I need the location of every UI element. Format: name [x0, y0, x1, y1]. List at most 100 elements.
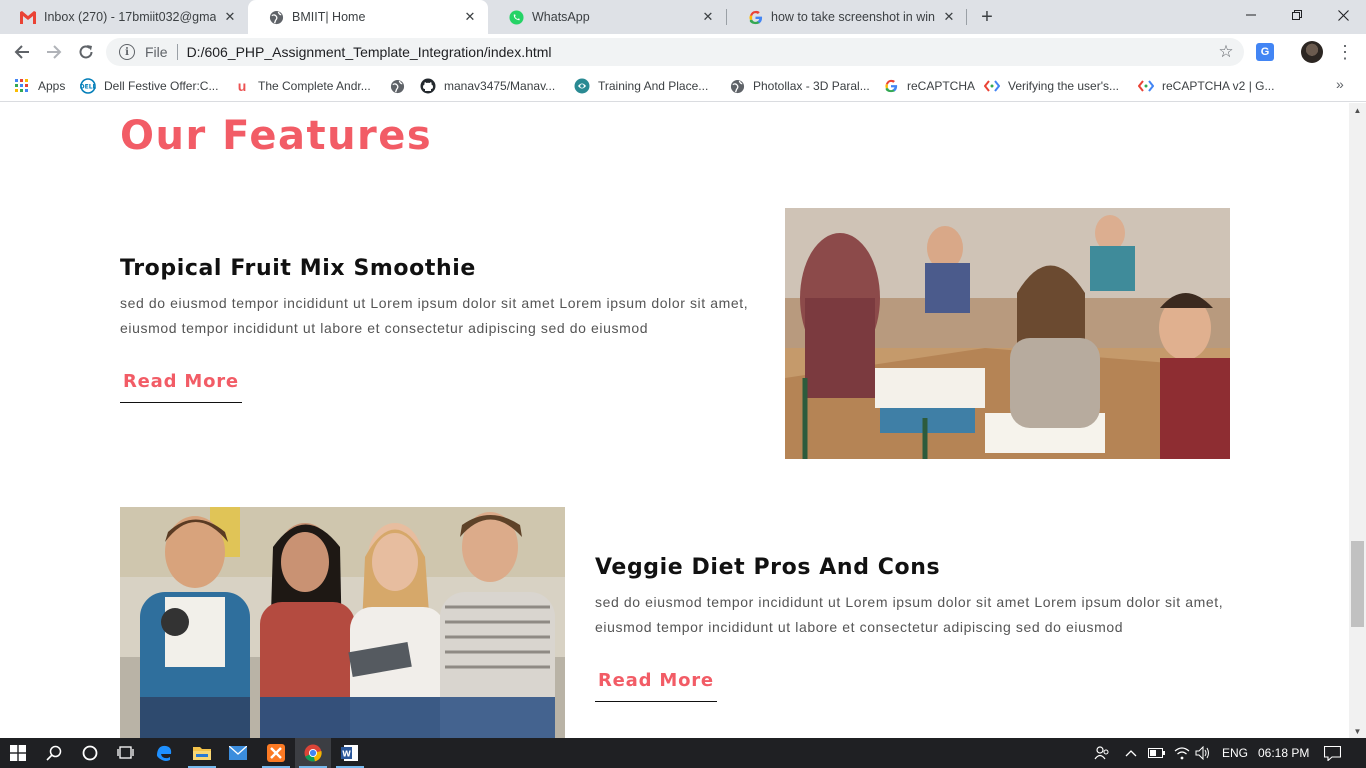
- close-tab-icon[interactable]: ✕: [700, 9, 716, 25]
- close-tab-icon[interactable]: ✕: [462, 9, 478, 25]
- wifi-icon[interactable]: [1174, 738, 1190, 768]
- edge-icon[interactable]: [146, 738, 182, 768]
- apps-grid-icon: [14, 78, 30, 94]
- profile-avatar[interactable]: [1301, 41, 1323, 63]
- gmail-icon: [20, 9, 36, 25]
- bookmark-label: The Complete Andr...: [258, 79, 371, 93]
- google-icon: [883, 78, 899, 94]
- bookmark-label: Verifying the user's...: [1008, 79, 1120, 93]
- bookmark-recaptcha-v2[interactable]: reCAPTCHA v2 | G...: [1138, 76, 1274, 96]
- browser-toolbar: i File D:/606_PHP_Assignment_Template_In…: [0, 34, 1366, 70]
- github-icon: [420, 78, 436, 94]
- notification-center-icon[interactable]: [1324, 738, 1341, 768]
- bookmark-recaptcha[interactable]: reCAPTCHA: [883, 76, 975, 96]
- close-tab-icon[interactable]: ✕: [222, 9, 238, 25]
- udemy-icon: u: [237, 78, 247, 94]
- dell-icon: DELL: [80, 78, 96, 94]
- bookmark-label: Training And Place...: [598, 79, 709, 93]
- whatsapp-icon: [508, 9, 524, 25]
- restore-icon[interactable]: [1274, 0, 1320, 30]
- task-view-icon[interactable]: [108, 738, 144, 768]
- read-more-button[interactable]: Read More: [120, 371, 242, 403]
- code-icon: [984, 78, 1000, 94]
- students-classroom-photo: [785, 208, 1230, 459]
- translate-extension-icon[interactable]: G: [1256, 43, 1274, 61]
- tab-title: BMIIT| Home: [292, 10, 366, 24]
- bookmark-globe[interactable]: [389, 76, 413, 96]
- bookmark-label: Photollax - 3D Paral...: [753, 79, 870, 93]
- start-icon[interactable]: [0, 738, 36, 768]
- search-icon[interactable]: [36, 738, 72, 768]
- forward-arrow-icon[interactable]: [40, 38, 68, 66]
- feature-title: Veggie Diet Pros And Cons: [595, 555, 941, 580]
- xampp-icon[interactable]: [258, 738, 294, 768]
- bookmark-star-icon[interactable]: ☆: [1214, 42, 1238, 62]
- bookmark-apps[interactable]: Apps: [14, 76, 65, 96]
- volume-icon[interactable]: [1195, 738, 1211, 768]
- code-icon: [1138, 78, 1154, 94]
- reload-icon[interactable]: [72, 38, 100, 66]
- mail-icon[interactable]: [220, 738, 256, 768]
- bookmark-training[interactable]: Training And Place...: [574, 76, 708, 96]
- svg-text:W: W: [342, 750, 351, 759]
- bookmark-udemy[interactable]: u The Complete Andr...: [234, 76, 371, 96]
- bookmark-verifying[interactable]: Verifying the user's...: [984, 76, 1119, 96]
- bookmark-label: Dell Festive Offer:C...: [104, 79, 219, 93]
- bookmarks-bar: Apps DELL Dell Festive Offer:C... u The …: [0, 70, 1366, 102]
- page-scrollbar[interactable]: ▲ ▼: [1349, 103, 1366, 738]
- file-explorer-icon[interactable]: [184, 738, 220, 768]
- feature-description: sed do eiusmod tempor incididunt ut Lore…: [595, 594, 1224, 635]
- minimize-icon[interactable]: [1228, 0, 1274, 30]
- svg-text:DELL: DELL: [80, 84, 96, 91]
- cortana-icon[interactable]: [72, 738, 108, 768]
- input-language[interactable]: ENG: [1222, 738, 1248, 768]
- bookmark-label: manav3475/Manav...: [444, 79, 556, 93]
- tab-title: Inbox (270) - 17bmiit032@gmail.: [44, 10, 216, 24]
- scroll-up-icon[interactable]: ▲: [1349, 103, 1366, 117]
- feature-title: Tropical Fruit Mix Smoothie: [120, 256, 476, 281]
- bookmark-label: reCAPTCHA: [907, 79, 976, 93]
- scroll-down-icon[interactable]: ▼: [1349, 724, 1366, 738]
- chrome-icon[interactable]: [295, 738, 331, 768]
- tab-whatsapp[interactable]: WhatsApp ✕: [488, 0, 726, 34]
- bookmark-dell[interactable]: DELL Dell Festive Offer:C...: [80, 76, 218, 96]
- word-icon[interactable]: W: [332, 738, 368, 768]
- section-title: Our Features: [120, 113, 433, 159]
- new-tab-button[interactable]: +: [975, 5, 999, 29]
- feature-description: sed do eiusmod tempor incididunt ut Lore…: [120, 295, 749, 336]
- address-bar[interactable]: i File D:/606_PHP_Assignment_Template_In…: [106, 38, 1244, 66]
- menu-kebab-icon[interactable]: ⋮: [1336, 42, 1354, 62]
- bookmark-photollax[interactable]: Photollax - 3D Paral...: [729, 76, 870, 96]
- system-clock[interactable]: 06:18 PM: [1258, 738, 1309, 768]
- training-icon: [574, 78, 590, 94]
- scrollbar-thumb[interactable]: [1351, 541, 1364, 627]
- windows-taskbar: W ENG 06:18 PM: [0, 738, 1366, 768]
- globe-icon: [389, 78, 405, 94]
- address-url[interactable]: D:/606_PHP_Assignment_Template_Integrati…: [187, 44, 1214, 60]
- bookmark-github[interactable]: manav3475/Manav...: [420, 76, 555, 96]
- info-icon[interactable]: i: [119, 44, 135, 60]
- google-icon: [747, 9, 763, 25]
- tab-gmail[interactable]: Inbox (270) - 17bmiit032@gmail. ✕: [0, 0, 248, 34]
- address-divider: [176, 44, 178, 60]
- tab-bmiit-home[interactable]: BMIIT| Home ✕: [248, 0, 488, 34]
- globe-icon: [729, 78, 745, 94]
- back-arrow-icon[interactable]: [8, 38, 36, 66]
- battery-icon[interactable]: [1148, 738, 1166, 768]
- chevron-up-icon[interactable]: [1125, 738, 1137, 768]
- tab-google-search[interactable]: how to take screenshot in windo ✕: [727, 0, 967, 34]
- read-more-button[interactable]: Read More: [595, 670, 717, 702]
- tab-title: WhatsApp: [532, 10, 590, 24]
- people-icon[interactable]: [1094, 738, 1110, 768]
- globe-icon: [268, 9, 284, 25]
- close-window-icon[interactable]: [1320, 0, 1366, 30]
- page-viewport: Our Features Tropical Fruit Mix Smoothie…: [0, 103, 1349, 738]
- tab-separator: [966, 9, 967, 25]
- tab-strip: Inbox (270) - 17bmiit032@gmail. ✕ BMIIT|…: [0, 0, 1366, 34]
- bookmarks-overflow-button[interactable]: »: [1336, 76, 1344, 92]
- students-group-photo: [120, 507, 565, 738]
- close-tab-icon[interactable]: ✕: [941, 9, 957, 25]
- bookmark-label: Apps: [38, 79, 66, 93]
- tab-title: how to take screenshot in windo: [771, 10, 935, 24]
- bookmark-label: reCAPTCHA v2 | G...: [1162, 79, 1275, 93]
